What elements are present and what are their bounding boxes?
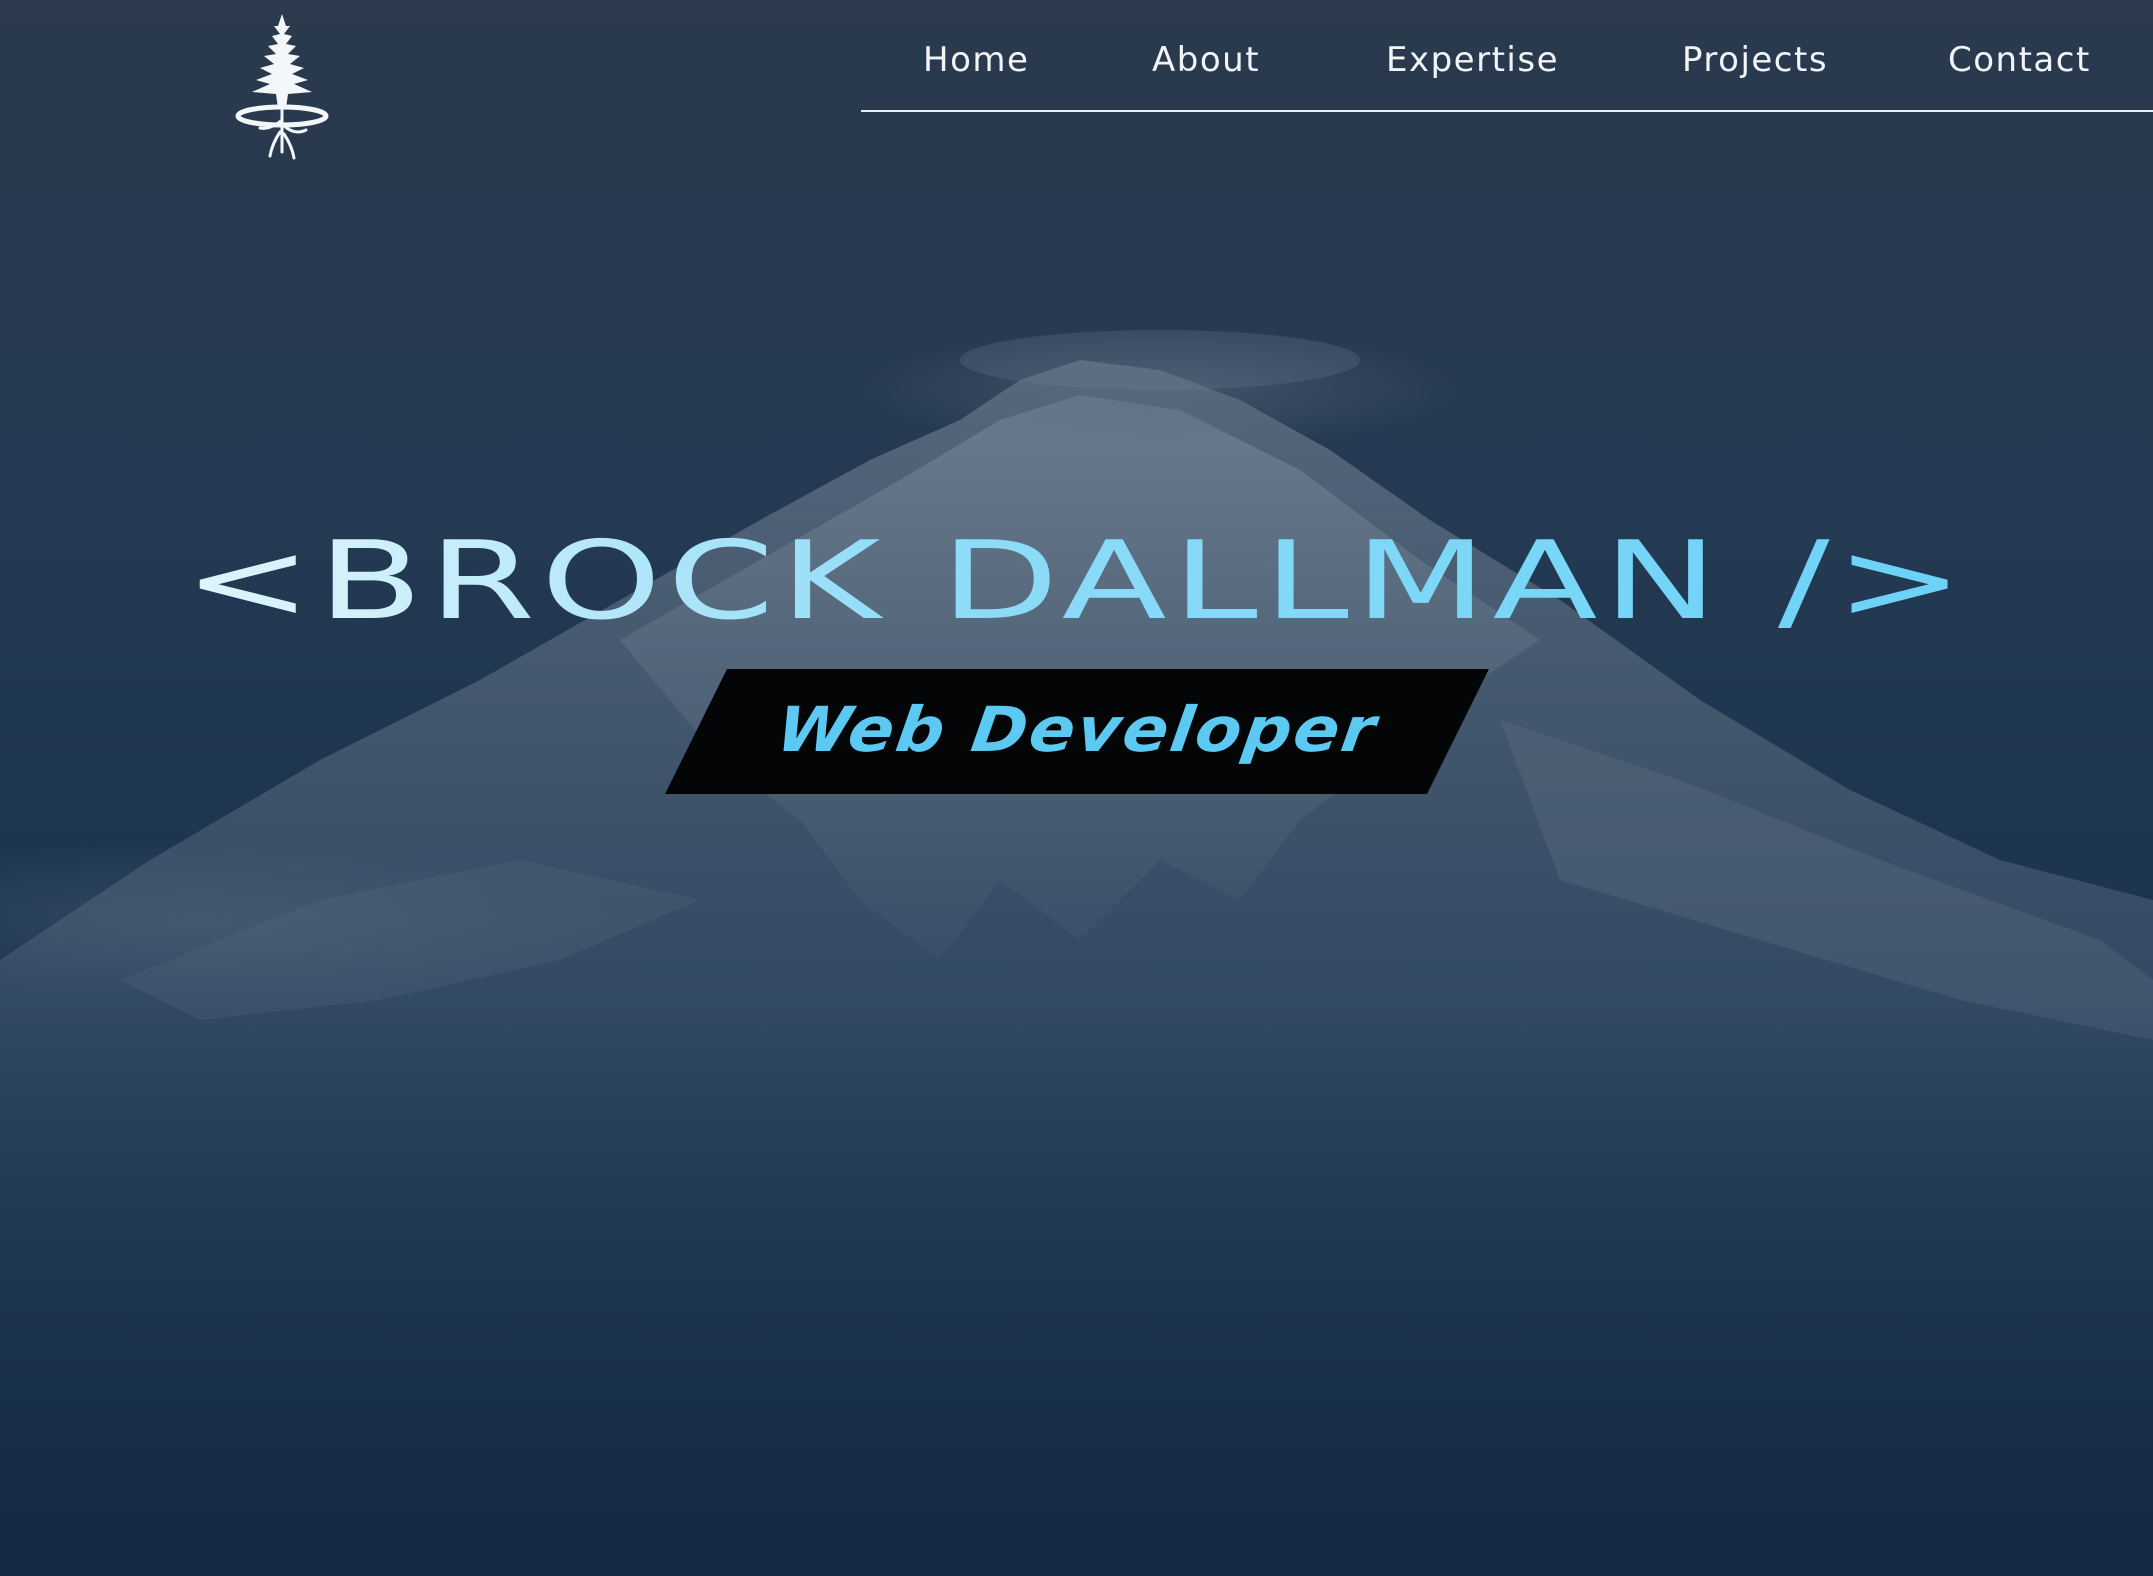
nav-item-projects[interactable]: Projects — [1682, 40, 1828, 80]
logo[interactable] — [230, 12, 334, 160]
main-nav: Home About Expertise Projects Contact — [861, 0, 2153, 112]
nav-item-about[interactable]: About — [1152, 40, 1260, 80]
hero-title: <BROCK DALLMAN /> — [0, 512, 2153, 652]
hero-subtitle-badge: Web Developer — [665, 669, 1489, 794]
nav-item-contact[interactable]: Contact — [1948, 40, 2091, 80]
nav-item-expertise[interactable]: Expertise — [1386, 40, 1559, 80]
nav-item-home[interactable]: Home — [923, 40, 1029, 80]
page: Home About Expertise Projects Contact <B… — [0, 0, 2153, 1576]
hero-subtitle: Web Developer — [772, 693, 1383, 766]
evergreen-tree-with-roots-icon — [235, 14, 329, 160]
